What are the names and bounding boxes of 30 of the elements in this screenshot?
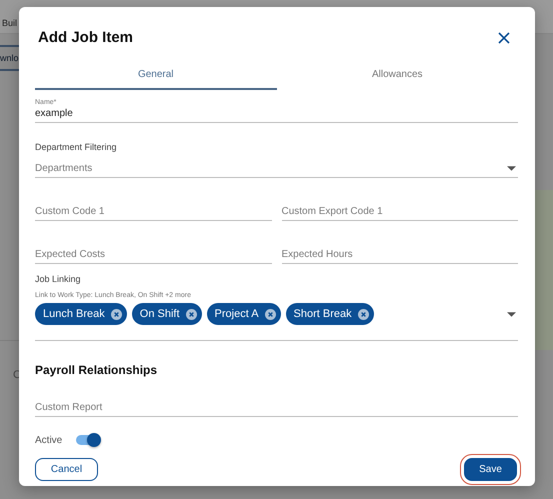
section-heading: Payroll Relationships [35,363,158,377]
remove-icon[interactable] [186,308,197,320]
close-icon[interactable] [498,32,510,44]
name-field[interactable]: example [35,108,518,119]
download-tab[interactable]: wnlo [0,45,19,71]
tab[interactable]: General [35,63,276,90]
chip[interactable]: Lunch Break [35,303,127,325]
tab[interactable]: Allowances [276,63,518,90]
cancel-button[interactable]: Cancel [35,458,98,481]
caret-icon[interactable] [507,312,516,316]
dialog-title: Add Job Item [38,29,134,46]
field-label: Department Filtering [35,142,118,152]
remove-icon[interactable] [110,308,122,320]
input-field[interactable]: Custom Export Code 1 [282,206,518,217]
remove-icon[interactable] [264,308,276,320]
toggle-switch[interactable] [75,433,102,447]
field-label: Job Linking [35,274,82,284]
caret-icon [507,166,516,171]
department-select[interactable]: Departments [35,163,507,174]
toggle-label: Active [35,434,62,446]
remove-icon[interactable] [358,308,369,320]
input-field[interactable]: Custom Report [35,402,518,413]
input-field[interactable]: Expected Hours [282,249,518,260]
page-title: Buil [2,18,18,28]
chip[interactable]: Short Break [286,303,374,325]
chip[interactable]: Project A [206,303,281,325]
input-field[interactable]: Expected Costs [35,249,272,260]
input-field[interactable]: Custom Code 1 [35,206,272,217]
save-button[interactable]: Save [464,458,517,481]
chip[interactable]: On Shift [132,303,202,325]
